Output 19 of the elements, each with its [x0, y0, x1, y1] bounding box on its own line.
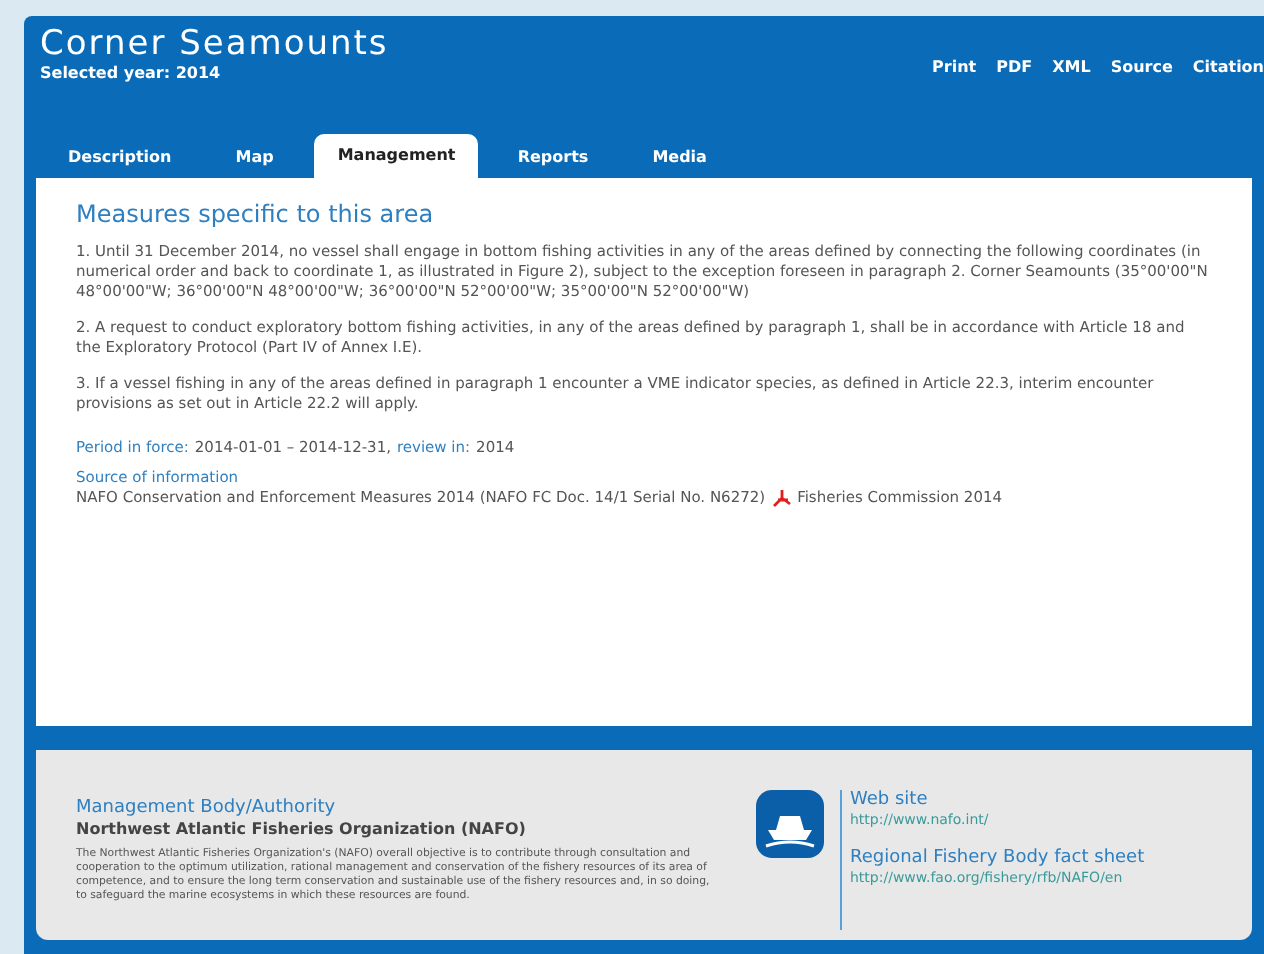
tab[interactable]: Media — [628, 138, 731, 178]
body-name: Northwest Atlantic Fisheries Organization (NAFO) — [76, 820, 528, 840]
tab[interactable]: Management — [313, 134, 478, 178]
section-heading: Measures specific to this area — [76, 198, 436, 230]
header-link[interactable]: Source — [1110, 56, 1173, 80]
tab[interactable]: Map — [211, 138, 298, 178]
header-link[interactable]: Print — [932, 56, 977, 80]
page-title: Corner Seamounts — [40, 24, 389, 64]
footer-link-label: Regional Fishery Body fact sheet — [850, 848, 1145, 870]
ship-logo-icon — [756, 790, 824, 858]
footer-link-label: Web site — [850, 790, 930, 812]
header-link[interactable]: Citation — [1192, 56, 1264, 80]
tab[interactable]: Description — [44, 138, 196, 178]
header-link[interactable]: XML — [1052, 56, 1091, 80]
tab[interactable]: Reports — [493, 138, 613, 178]
body-label: Management Body/Authority — [76, 798, 338, 820]
pdf-icon — [771, 488, 792, 508]
selected-year: Selected year: 2014 — [40, 64, 223, 84]
header-link[interactable]: PDF — [996, 56, 1033, 80]
